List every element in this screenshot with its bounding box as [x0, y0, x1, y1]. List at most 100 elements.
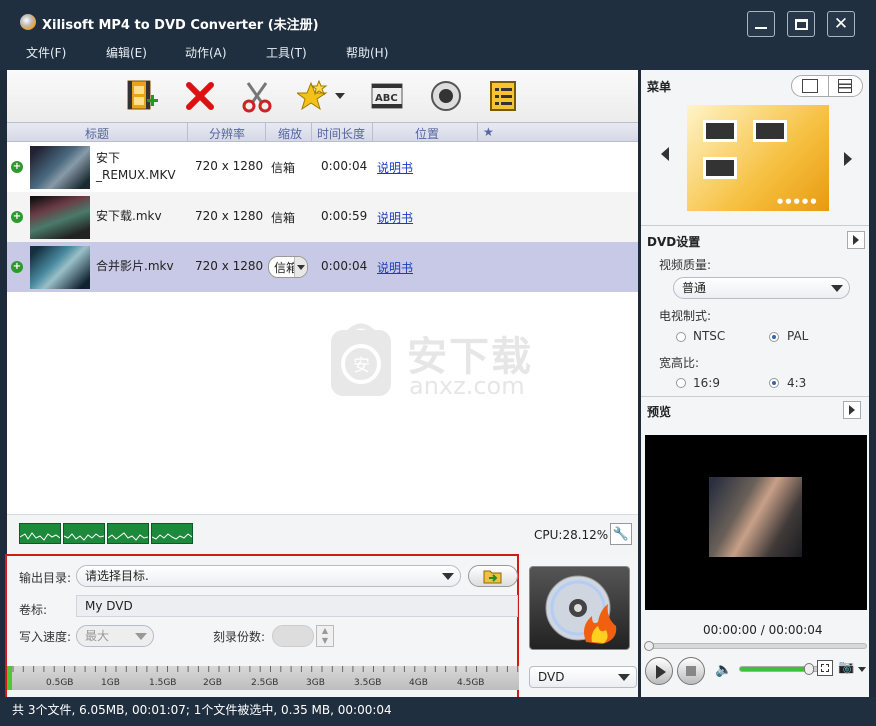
chevron-down-icon[interactable] [858, 667, 866, 672]
seek-handle[interactable] [644, 641, 654, 651]
remove-button[interactable] [182, 78, 218, 114]
properties-button[interactable] [485, 78, 521, 114]
menu-help[interactable]: 帮助(H) [346, 44, 388, 61]
zoom-select[interactable]: 信箱 [268, 256, 308, 278]
ruler-label: 0.5GB [46, 678, 74, 688]
table-row[interactable]: + 安下载.mkv 720 x 1280 信箱 0:00:59 说明书 [7, 192, 638, 242]
file-position-link[interactable]: 说明书 [377, 159, 413, 176]
aspect-169-label: 16:9 [693, 376, 720, 390]
file-duration: 0:00:04 [321, 259, 368, 273]
edit-menu-icon[interactable] [802, 79, 818, 93]
playback-time: 00:00:00 / 00:00:04 [703, 623, 823, 637]
cpu-meter [63, 523, 105, 544]
menu-template-preview[interactable]: ● ● ● ● ● [687, 105, 829, 211]
close-button[interactable]: ✕ [827, 11, 855, 37]
delete-icon [186, 82, 214, 110]
browse-folder-button[interactable] [468, 565, 518, 587]
record-icon [431, 81, 461, 111]
aspect-43-radio[interactable] [769, 378, 779, 388]
menu-edit[interactable]: 编辑(E) [106, 44, 147, 61]
tv-system-label: 电视制式: [659, 309, 712, 323]
copies-input[interactable] [272, 625, 314, 647]
output-panel: 输出目录: 请选择目标. 卷标: My DVD 写入速度: 最大 刻录份数: ▲… [5, 554, 638, 699]
aspect-43-label: 4:3 [787, 376, 807, 390]
expand-icon[interactable]: + [11, 261, 23, 273]
start-burn-button[interactable] [529, 566, 630, 650]
ruler-ticks [12, 666, 519, 672]
effect-button[interactable] [297, 78, 345, 114]
file-duration: 0:00:04 [321, 159, 368, 173]
file-resolution: 720 x 1280 [195, 159, 264, 173]
table-row[interactable]: + 安下 _REMUX.MKV 720 x 1280 信箱 0:00:04 说明书 [7, 142, 638, 192]
volume-handle[interactable] [803, 663, 814, 675]
seek-bar[interactable] [644, 641, 867, 651]
file-name: 安下 _REMUX.MKV [96, 151, 176, 182]
maximize-button[interactable] [787, 11, 815, 37]
ruler-label: 1GB [101, 678, 120, 688]
app-icon [20, 14, 36, 30]
ntsc-radio[interactable] [676, 332, 686, 342]
fullscreen-icon[interactable] [817, 660, 833, 676]
disc-type-select[interactable]: DVD [529, 666, 637, 688]
volume-label-input[interactable]: My DVD [76, 595, 518, 617]
file-zoom[interactable]: 信箱 [271, 159, 295, 176]
expand-icon[interactable]: + [11, 211, 23, 223]
col-position[interactable]: 位置 [415, 125, 439, 142]
menu-tools[interactable]: 工具(T) [266, 44, 307, 61]
speaker-icon[interactable]: 🔈 [715, 662, 732, 678]
minimize-button[interactable] [747, 11, 775, 37]
preview-expand[interactable] [843, 401, 861, 419]
file-position-link[interactable]: 说明书 [377, 209, 413, 226]
menu-file[interactable]: 文件(F) [26, 44, 66, 61]
menu-tools-group [791, 75, 863, 97]
ruler-label: 2.5GB [251, 678, 279, 688]
col-zoom[interactable]: 缩放 [278, 125, 302, 142]
burn-button[interactable] [428, 78, 464, 114]
ruler-label: 1.5GB [149, 678, 177, 688]
prev-template-icon[interactable] [661, 147, 669, 161]
stop-button[interactable] [677, 657, 705, 685]
svg-text:ABC: ABC [375, 93, 398, 104]
file-resolution: 720 x 1280 [195, 259, 264, 273]
dvd-settings-expand[interactable] [847, 231, 865, 249]
cut-button[interactable] [239, 78, 275, 114]
aspect-label: 宽高比: [659, 356, 700, 370]
table-row-selected[interactable]: + 合并影片.mkv 720 x 1280 信箱 0:00:04 说明书 [7, 242, 638, 292]
col-title[interactable]: 标题 [85, 125, 109, 142]
chevron-down-icon [831, 285, 843, 292]
cpu-bar: CPU:28.12% 🔧 [7, 514, 638, 554]
play-button[interactable] [645, 657, 673, 685]
video-thumbnail [30, 146, 90, 189]
disc-capacity-ruler: 0.5GB 1GB 1.5GB 2GB 2.5GB 3GB 3.5GB 4GB … [7, 666, 519, 690]
menu-list-icon[interactable] [838, 79, 852, 93]
minimize-icon [755, 27, 767, 29]
output-dir-label: 输出目录: [19, 571, 72, 585]
ruler-label: 3.5GB [354, 678, 382, 688]
camera-icon[interactable]: 📷 [838, 660, 854, 675]
quality-select[interactable]: 普通 [673, 277, 850, 299]
col-resolution[interactable]: 分辨率 [209, 125, 245, 142]
chevron-down-icon [294, 257, 307, 277]
file-position-link[interactable]: 说明书 [377, 259, 413, 276]
next-template-icon[interactable] [844, 152, 852, 166]
add-film-icon [127, 80, 158, 110]
pal-radio[interactable] [769, 332, 779, 342]
watermark-subtext: anxz.com [409, 372, 525, 400]
chevron-down-icon [618, 674, 630, 681]
copies-stepper[interactable]: ▲ ▼ [316, 625, 334, 647]
menu-action[interactable]: 动作(A) [185, 44, 227, 61]
col-star[interactable]: ★ [483, 125, 494, 139]
chevron-down-icon [442, 573, 454, 580]
file-zoom[interactable]: 信箱 [271, 209, 295, 226]
aspect-169-radio[interactable] [676, 378, 686, 388]
volume-slider[interactable] [739, 663, 825, 675]
settings-button[interactable]: 🔧 [610, 523, 632, 545]
subtitle-button[interactable]: ABC [369, 78, 405, 114]
output-dir-select[interactable]: 请选择目标. [76, 565, 461, 587]
col-duration[interactable]: 时间长度 [317, 125, 365, 142]
dvd-settings-title: DVD设置 [647, 235, 701, 249]
expand-icon[interactable]: + [11, 161, 23, 173]
add-file-button[interactable] [124, 78, 160, 114]
write-speed-select[interactable]: 最大 [76, 625, 154, 647]
file-resolution: 720 x 1280 [195, 209, 264, 223]
